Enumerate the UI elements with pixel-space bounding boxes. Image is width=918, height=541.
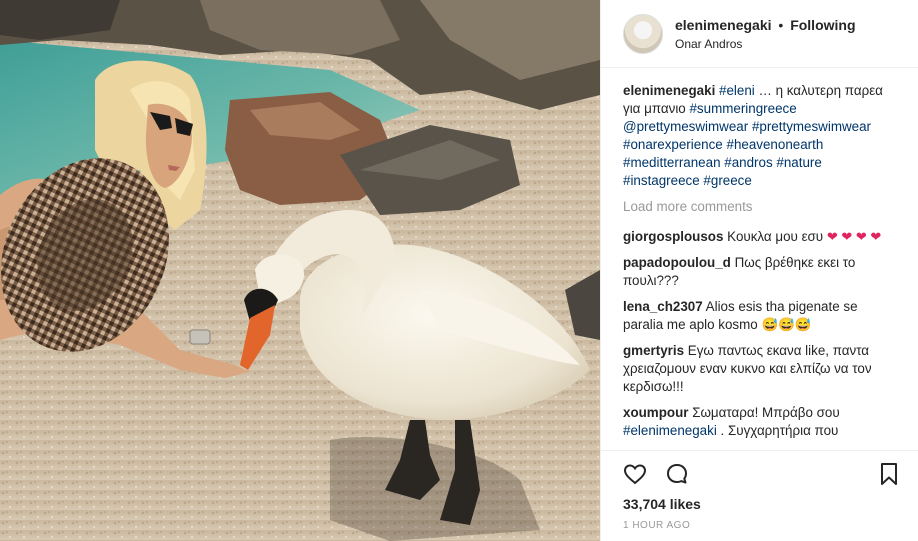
comment-item: lena_ch2307 Alios esis tha pigenate se p… <box>623 298 896 334</box>
caption-username[interactable]: elenimenegaki <box>623 83 715 98</box>
hashtag-link[interactable]: #summeringreece <box>689 101 796 116</box>
comment-item: giorgosplousos Κουκλα μου εσυ ❤ ❤ ❤ ❤ <box>623 228 896 246</box>
likes-count[interactable]: 33,704 likes <box>623 496 701 512</box>
hashtag-link[interactable]: #elenimenegaki <box>623 423 717 438</box>
heart-emoji: ❤ ❤ ❤ ❤ <box>826 229 882 244</box>
hashtag-link[interactable]: #nature <box>776 155 821 170</box>
comment-item: gmertyris Εγω παντως εκανα like, παντα χ… <box>623 342 896 396</box>
hashtag-link[interactable]: #instagreece <box>623 173 700 188</box>
following-button[interactable]: Following <box>790 17 855 33</box>
divider <box>601 450 918 451</box>
instagram-post: elenimenegaki • Following Onar Andros el… <box>0 0 918 541</box>
comment-bubble-icon[interactable] <box>665 462 689 486</box>
comment-username[interactable]: xoumpour <box>623 405 688 420</box>
comment-username[interactable]: giorgosplousos <box>623 229 723 244</box>
header-line: elenimenegaki • Following <box>675 17 856 33</box>
post-header: elenimenegaki • Following Onar Andros <box>601 0 918 68</box>
bookmark-icon[interactable] <box>878 462 900 486</box>
heart-outline-icon[interactable] <box>623 462 647 486</box>
hashtag-link[interactable]: #greece <box>703 173 751 188</box>
location-link[interactable]: Onar Andros <box>675 37 856 51</box>
load-more-comments-button[interactable]: Load more comments <box>623 198 896 216</box>
post-photo[interactable] <box>0 0 600 541</box>
hashtag-link[interactable]: #andros <box>724 155 772 170</box>
post-timestamp[interactable]: 1 HOUR AGO <box>623 520 690 531</box>
action-bar <box>623 460 900 488</box>
comment-username[interactable]: lena_ch2307 <box>623 299 703 314</box>
header-text: elenimenegaki • Following Onar Andros <box>675 17 856 51</box>
avatar[interactable] <box>623 13 663 54</box>
hashtag-link[interactable]: #eleni <box>719 83 755 98</box>
separator-dot: • <box>778 16 784 33</box>
comment-username[interactable]: gmertyris <box>623 343 684 358</box>
sweat-smile-emoji: 😅😅😅 <box>761 317 812 332</box>
comment-text: Κουκλα μου εσυ <box>727 229 824 244</box>
hashtag-link[interactable]: #heavenonearth <box>727 137 824 152</box>
comments-list: elenimenegaki #eleni … η καλυτερη παρεα … <box>601 68 918 440</box>
beach-swan-image <box>0 0 600 541</box>
hashtag-link[interactable]: #onarexperience <box>623 137 723 152</box>
username-link[interactable]: elenimenegaki <box>675 17 772 33</box>
hashtag-link[interactable]: #meditterranean <box>623 155 721 170</box>
post-sidebar: elenimenegaki • Following Onar Andros el… <box>600 0 918 541</box>
comment-username[interactable]: papadopoulou_d <box>623 255 731 270</box>
caption: elenimenegaki #eleni … η καλυτερη παρεα … <box>623 82 896 190</box>
comment-text: . Συγχαρητήρια που <box>716 423 839 438</box>
mention-link[interactable]: @prettymeswimwear <box>623 119 748 134</box>
comment-item: papadopoulou_d Πως βρέθηκε εκει το πουλι… <box>623 254 896 290</box>
comment-text: Σωματαρα! Μπράβο σου <box>692 405 840 420</box>
hashtag-link[interactable]: #prettymeswimwear <box>752 119 871 134</box>
comment-item: xoumpour Σωματαρα! Μπράβο σου #elenimene… <box>623 404 896 440</box>
